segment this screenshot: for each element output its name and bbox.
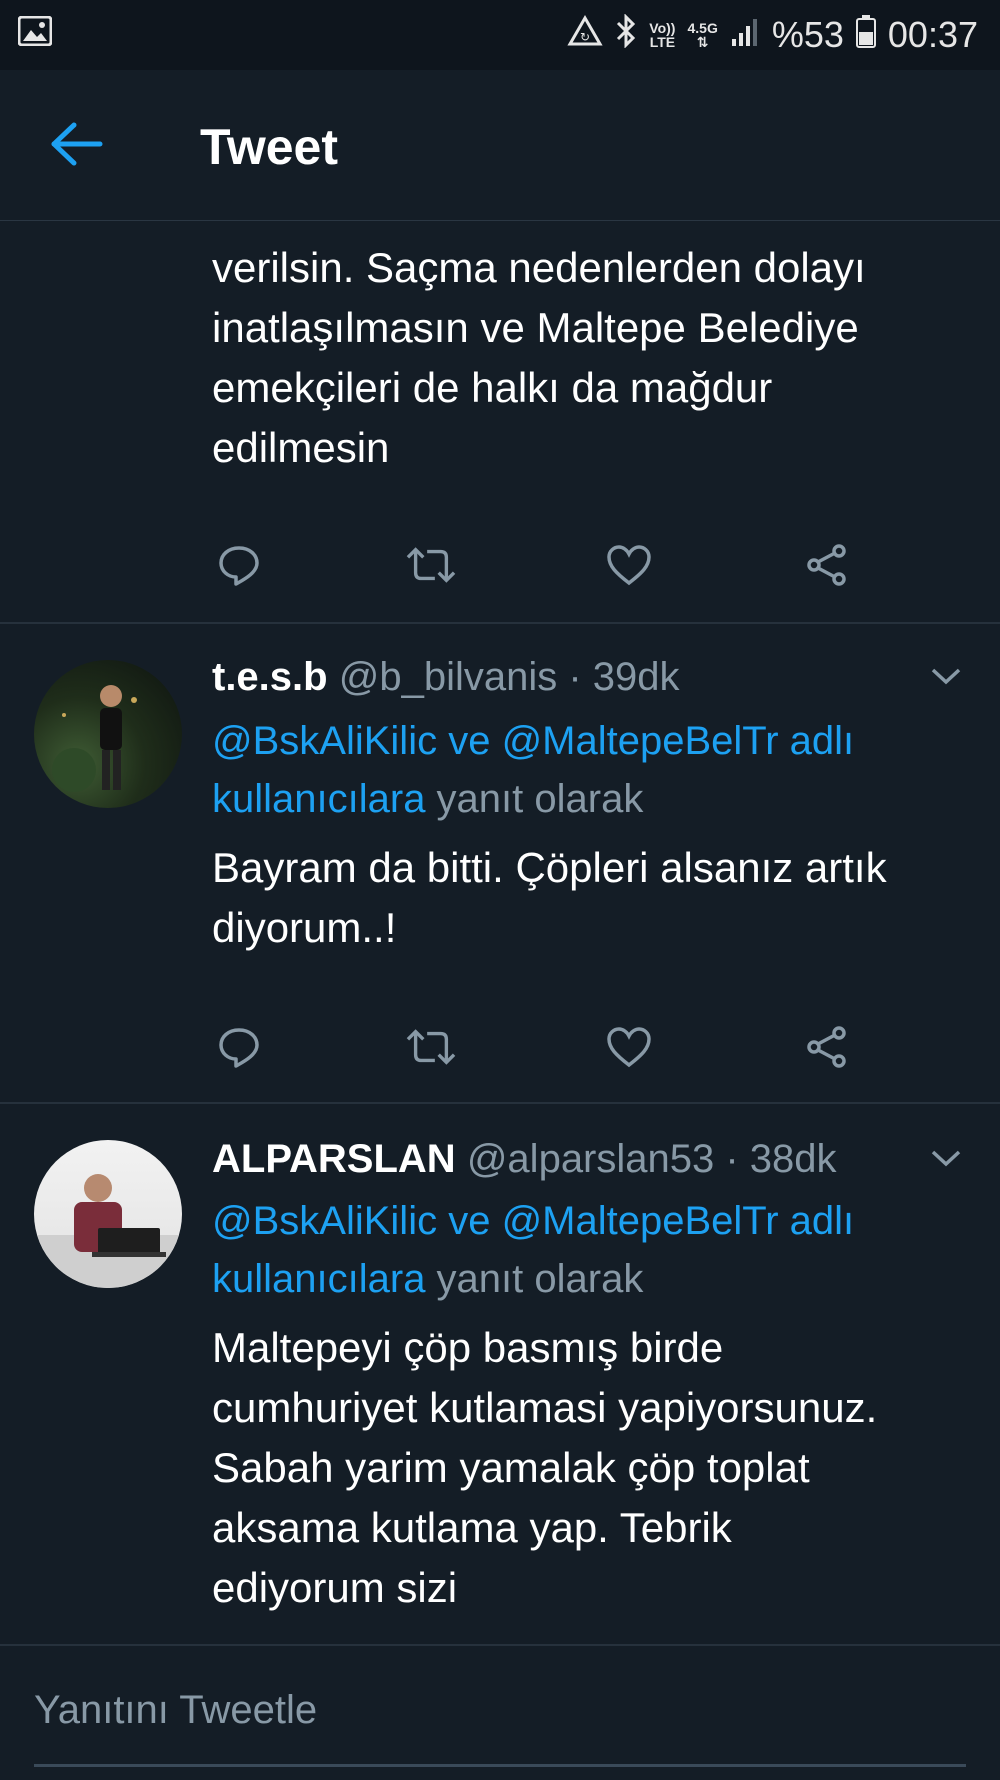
tweet-actions (212, 1022, 872, 1082)
network-icon: 4.5G ⇅ (687, 20, 718, 50)
like-icon[interactable] (604, 1022, 654, 1072)
svg-text:↻: ↻ (580, 30, 590, 44)
reply-input[interactable]: Yanıtını Tweetle (34, 1688, 317, 1733)
status-bar: ↻ Vo)) LTE 4.5G ⇅ %53 00:37 (0, 0, 1000, 70)
mention-link[interactable]: @MaltepeBelTr (502, 1199, 779, 1243)
data-saver-icon: ↻ (567, 14, 603, 56)
handle-time: @alparslan53 · 38dk (466, 1137, 837, 1181)
volte-icon: Vo)) LTE (649, 20, 676, 50)
chevron-down-icon[interactable] (930, 666, 962, 691)
tweet-header: t.e.s.b @b_bilvanis · 39dk (212, 652, 680, 702)
tweet-text: verilsin. Saçma nedenlerden dolayı inatl… (212, 244, 866, 471)
signal-icon (730, 14, 760, 56)
mention-link[interactable]: @BskAliKilic (212, 1199, 437, 1243)
chevron-down-icon[interactable] (930, 1148, 962, 1173)
avatar[interactable] (34, 1140, 182, 1288)
input-underline (34, 1764, 966, 1767)
retweet-icon[interactable] (406, 540, 456, 590)
retweet-icon[interactable] (406, 1022, 456, 1072)
display-name[interactable]: t.e.s.b (212, 655, 328, 699)
clock: 00:37 (887, 14, 978, 55)
battery-percent: %53 (771, 14, 844, 55)
tweet-text: Bayram da bitti. Çöpleri alsanız artık d… (212, 844, 887, 951)
divider (0, 1102, 1000, 1104)
avatar[interactable] (34, 660, 182, 808)
mention-link[interactable]: @MaltepeBelTr (502, 719, 779, 763)
app-bar: Tweet (0, 70, 1000, 221)
reply-context: @BskAliKilic ve @MaltepeBelTr adlı kulla… (212, 719, 855, 821)
reply-icon[interactable] (214, 540, 264, 590)
tweet-actions (212, 540, 872, 600)
battery-icon (855, 14, 876, 57)
share-icon[interactable] (802, 1022, 852, 1072)
handle-time: @b_bilvanis · 39dk (338, 655, 680, 699)
tweet-header: ALPARSLAN @alparslan53 · 38dk (212, 1134, 837, 1184)
display-name[interactable]: ALPARSLAN (212, 1137, 456, 1181)
bluetooth-icon (615, 12, 637, 57)
share-icon[interactable] (802, 540, 852, 590)
reply-context: @BskAliKilic ve @MaltepeBelTr adlı kulla… (212, 1199, 855, 1301)
like-icon[interactable] (604, 540, 654, 590)
mention-link[interactable]: @BskAliKilic (212, 719, 437, 763)
page-title: Tweet (200, 119, 338, 175)
reply-composer: Yanıtını Tweetle (0, 1644, 1000, 1780)
reply-icon[interactable] (214, 1022, 264, 1072)
back-arrow-icon[interactable] (50, 122, 104, 171)
tweet-text: Maltepeyi çöp basmış birde cumhuriyet ku… (212, 1324, 878, 1611)
divider (0, 622, 1000, 624)
gallery-icon (17, 15, 53, 51)
